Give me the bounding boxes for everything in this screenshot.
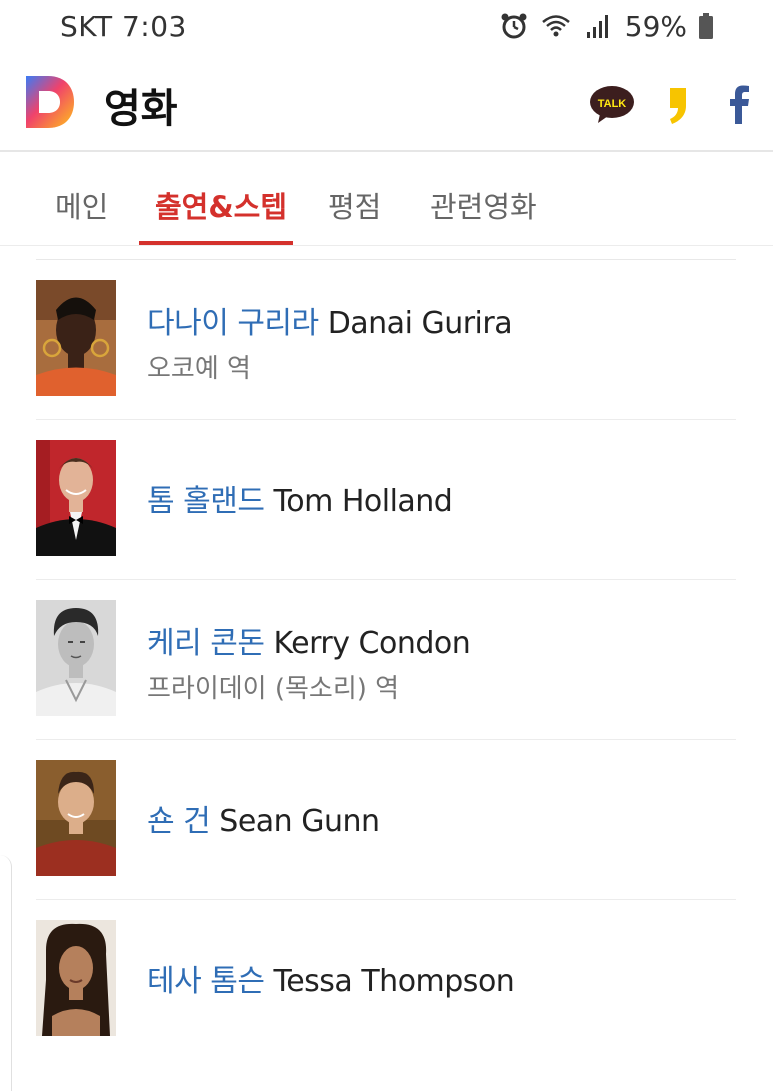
cast-item[interactable]: 톰 홀랜드 Tom Holland [36, 420, 736, 580]
actor-photo[interactable] [36, 280, 116, 396]
tab-cast-staff[interactable]: 출연&스텝 [155, 184, 287, 246]
facebook-icon [730, 85, 749, 124]
carrier-time: SKT 7:03 [60, 9, 187, 43]
status-icons: 59% [499, 10, 713, 43]
tab-bar: 메인 출연&스텝 평점 관련영화 [0, 154, 773, 246]
cast-item[interactable]: 테사 톰슨 Tessa Thompson [36, 900, 736, 1060]
signal-icon [583, 12, 613, 40]
actor-name-korean[interactable]: 케리 콘돈 [147, 626, 265, 661]
actor-name[interactable]: 케리 콘돈 Kerry Condon [147, 618, 471, 662]
actor-name-korean[interactable]: 다나이 구리라 [147, 306, 319, 341]
actor-name-english: Sean Gunn [219, 804, 380, 839]
tab-ratings[interactable]: 평점 [328, 184, 381, 246]
page-title: 영화 [104, 86, 178, 132]
actor-role: 오코예 역 [147, 354, 251, 384]
wifi-icon [541, 12, 571, 40]
cast-item[interactable]: 다나이 구리라 Danai Gurira 오코예 역 [36, 260, 736, 420]
daum-logo-icon[interactable] [24, 74, 76, 130]
status-bar: SKT 7:03 59% [0, 0, 773, 52]
svg-text:TALK: TALK [598, 98, 627, 110]
battery-percent: 59% [624, 9, 687, 43]
scroll-edge-indicator [0, 855, 12, 1091]
actor-name-korean[interactable]: 테사 톰슨 [147, 964, 265, 999]
tab-main[interactable]: 메인 [55, 184, 108, 246]
actor-photo[interactable] [36, 760, 116, 876]
actor-photo[interactable] [36, 440, 116, 556]
actor-name-korean[interactable]: 톰 홀랜드 [147, 484, 265, 519]
actor-name-korean[interactable]: 숀 건 [147, 804, 211, 839]
app-header: 영화 TALK [0, 52, 773, 152]
battery-icon [699, 13, 713, 39]
actor-photo[interactable] [36, 600, 116, 716]
kakaotalk-icon: TALK [590, 86, 634, 123]
actor-name[interactable]: 숀 건 Sean Gunn [147, 796, 380, 840]
kakaotalk-share-button[interactable]: TALK [588, 80, 636, 128]
actor-name[interactable]: 톰 홀랜드 Tom Holland [147, 476, 453, 520]
kakaostory-share-button[interactable] [664, 80, 692, 128]
actor-photo[interactable] [36, 920, 116, 1036]
actor-name[interactable]: 테사 톰슨 Tessa Thompson [147, 956, 515, 1000]
actor-role: 프라이데이 (목소리) 역 [147, 674, 400, 704]
actor-name-english: Tessa Thompson [273, 964, 515, 999]
active-tab-indicator [139, 241, 293, 245]
kakaostory-icon [670, 88, 686, 124]
cast-item[interactable]: 숀 건 Sean Gunn [36, 740, 736, 900]
actor-name[interactable]: 다나이 구리라 Danai Gurira [147, 298, 513, 342]
alarm-icon [499, 12, 529, 40]
tab-related-movies[interactable]: 관련영화 [430, 184, 537, 246]
actor-name-english: Danai Gurira [327, 306, 513, 341]
cast-item[interactable]: 케리 콘돈 Kerry Condon 프라이데이 (목소리) 역 [36, 580, 736, 740]
actor-name-english: Kerry Condon [273, 626, 471, 661]
facebook-share-button[interactable] [724, 80, 756, 128]
actor-name-english: Tom Holland [273, 484, 453, 519]
